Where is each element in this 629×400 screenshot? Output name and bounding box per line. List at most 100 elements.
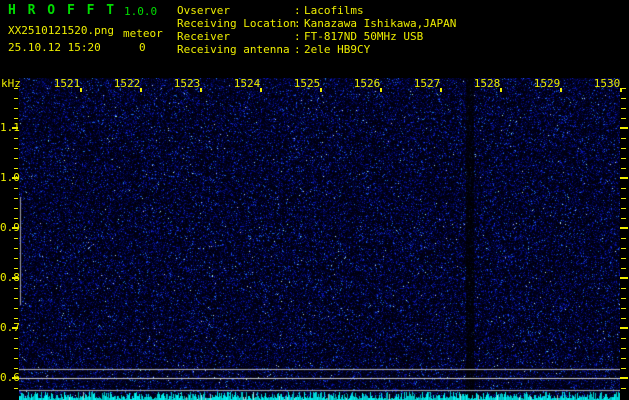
y-minor-tick-left bbox=[14, 298, 18, 299]
info-label: Receiver bbox=[177, 30, 230, 43]
x-minute-tick bbox=[500, 88, 502, 92]
mode-label: meteor bbox=[123, 27, 163, 40]
y-axis-tick-label: 0.7 bbox=[0, 321, 20, 334]
y-major-tick-right bbox=[620, 377, 628, 379]
y-minor-tick-right bbox=[621, 268, 626, 269]
y-minor-tick-left bbox=[14, 158, 18, 159]
info-value: Lacofilms bbox=[304, 4, 364, 17]
y-minor-tick-right bbox=[621, 358, 626, 359]
y-axis-tick-label: 1.0 bbox=[0, 171, 20, 184]
info-value: 2ele HB9CY bbox=[304, 43, 371, 56]
info-row-receiver: Receiver: FT-817ND 50MHz USB bbox=[177, 30, 627, 43]
y-minor-tick-right bbox=[621, 168, 626, 169]
x-minute-tick bbox=[440, 88, 442, 92]
x-minute-tick bbox=[80, 88, 82, 92]
y-minor-tick-right bbox=[621, 338, 626, 339]
y-minor-tick-left bbox=[14, 168, 18, 169]
y-major-tick-left bbox=[12, 277, 18, 279]
info-row-location: Receiving Location: Kanazawa Ishikawa,JAP… bbox=[177, 17, 627, 30]
info-row-observer: Ovserver: Lacofilms bbox=[177, 4, 627, 17]
y-minor-tick-right bbox=[621, 208, 626, 209]
x-minute-tick bbox=[380, 88, 382, 92]
y-minor-tick-right bbox=[621, 98, 626, 99]
y-minor-tick-right bbox=[621, 368, 626, 369]
y-minor-tick-right bbox=[621, 188, 626, 189]
x-axis-time-label: 1530 bbox=[593, 77, 621, 90]
y-major-tick-right bbox=[620, 227, 628, 229]
y-major-tick-left bbox=[12, 177, 18, 179]
y-minor-tick-right bbox=[621, 198, 626, 199]
y-axis-tick-label: 0.9 bbox=[0, 221, 20, 234]
info-separator: : bbox=[294, 4, 301, 17]
x-minute-tick bbox=[560, 88, 562, 92]
y-minor-tick-left bbox=[14, 218, 18, 219]
y-minor-tick-left bbox=[14, 358, 18, 359]
y-minor-tick-left bbox=[14, 98, 18, 99]
x-minute-tick bbox=[200, 88, 202, 92]
y-minor-tick-left bbox=[14, 268, 18, 269]
y-minor-tick-right bbox=[621, 148, 626, 149]
x-axis-time-label: 1524 bbox=[233, 77, 261, 90]
y-minor-tick-left bbox=[14, 318, 18, 319]
x-axis-time-label: 1528 bbox=[473, 77, 501, 90]
y-minor-tick-right bbox=[621, 288, 626, 289]
info-value: Kanazawa Ishikawa,JAPAN bbox=[304, 17, 457, 30]
y-minor-tick-left bbox=[14, 258, 18, 259]
y-minor-tick-left bbox=[14, 388, 18, 389]
x-axis-time-label: 1527 bbox=[413, 77, 441, 90]
y-major-tick-left bbox=[12, 227, 18, 229]
y-major-tick-right bbox=[620, 327, 628, 329]
y-minor-tick-left bbox=[14, 138, 18, 139]
info-separator: : bbox=[294, 30, 301, 43]
y-minor-tick-left bbox=[14, 198, 18, 199]
y-axis-tick-label: 1.1 bbox=[0, 121, 20, 134]
y-minor-tick-right bbox=[621, 158, 626, 159]
info-separator: : bbox=[294, 17, 301, 30]
y-minor-tick-left bbox=[14, 308, 18, 309]
y-major-tick-left bbox=[12, 327, 18, 329]
spectrogram bbox=[19, 78, 620, 400]
y-minor-tick-left bbox=[14, 88, 18, 89]
x-axis-time-label: 1525 bbox=[293, 77, 321, 90]
datetime-label: 25.10.12 15:20 bbox=[8, 41, 101, 54]
y-major-tick-right bbox=[620, 277, 628, 279]
y-major-tick-left bbox=[12, 127, 18, 129]
y-minor-tick-left bbox=[14, 338, 18, 339]
y-minor-tick-left bbox=[14, 148, 18, 149]
y-major-tick-right bbox=[620, 177, 628, 179]
info-value: FT-817ND 50MHz USB bbox=[304, 30, 424, 43]
x-minute-tick bbox=[140, 88, 142, 92]
y-minor-tick-right bbox=[621, 218, 626, 219]
y-minor-tick-left bbox=[14, 108, 18, 109]
y-minor-tick-left bbox=[14, 118, 18, 119]
x-axis-time-label: 1522 bbox=[113, 77, 141, 90]
y-minor-tick-right bbox=[621, 248, 626, 249]
y-minor-tick-left bbox=[14, 188, 18, 189]
y-minor-tick-right bbox=[621, 258, 626, 259]
y-axis-tick-label: 0.6 bbox=[0, 371, 20, 384]
info-label: Ovserver bbox=[177, 4, 230, 17]
y-minor-tick-right bbox=[621, 348, 626, 349]
y-minor-tick-right bbox=[621, 118, 626, 119]
x-minute-tick bbox=[620, 88, 622, 92]
y-minor-tick-right bbox=[621, 108, 626, 109]
echo-count: 0 bbox=[139, 41, 146, 54]
y-minor-tick-right bbox=[621, 318, 626, 319]
y-minor-tick-left bbox=[14, 238, 18, 239]
y-minor-tick-left bbox=[14, 248, 18, 249]
y-minor-tick-left bbox=[14, 288, 18, 289]
x-axis-time-label: 1523 bbox=[173, 77, 201, 90]
y-minor-tick-right bbox=[621, 238, 626, 239]
hrofft-screen: H R O F F T 1.0.0 XX2510121520.png meteo… bbox=[0, 0, 629, 400]
app-title: H R O F F T bbox=[8, 3, 117, 18]
x-minute-tick bbox=[260, 88, 262, 92]
x-minute-tick bbox=[320, 88, 322, 92]
y-minor-tick-left bbox=[14, 348, 18, 349]
y-major-tick-left bbox=[12, 377, 18, 379]
y-minor-tick-right bbox=[621, 308, 626, 309]
y-minor-tick-right bbox=[621, 138, 626, 139]
y-major-tick-right bbox=[620, 127, 628, 129]
x-axis-time-label: 1529 bbox=[533, 77, 561, 90]
app-version: 1.0.0 bbox=[124, 5, 158, 18]
x-axis-time-label: 1521 bbox=[53, 77, 81, 90]
